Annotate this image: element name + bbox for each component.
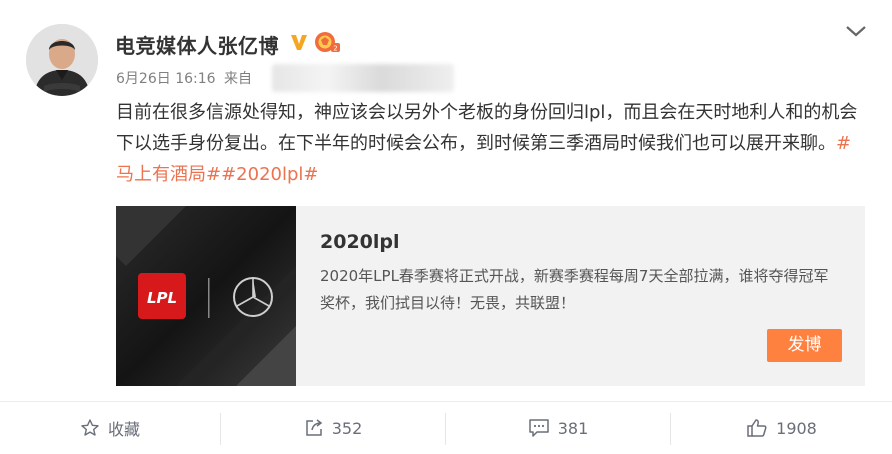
post-button[interactable]: 发博 [767, 329, 842, 362]
weibo-post-card: 电竞媒体人张亿博 2 6月26日 16:16 来自 目前在很多信源处得知，神应该… [0, 0, 892, 454]
like-count: 1908 [776, 418, 817, 438]
blurred-source [272, 64, 454, 92]
repost-button[interactable]: 352 [221, 402, 445, 454]
star-icon [81, 419, 99, 436]
avatar-portrait [26, 24, 98, 96]
verified-v-icon [291, 35, 307, 50]
favorite-button[interactable]: 收藏 [0, 402, 220, 454]
svg-text:2: 2 [333, 45, 337, 53]
svg-text:LPL: LPL [147, 289, 177, 307]
thumbs-up-icon [747, 419, 767, 437]
link-card-thumbnail: LPL [116, 206, 296, 386]
favorite-label: 收藏 [107, 420, 140, 439]
like-button[interactable]: 1908 [671, 402, 892, 454]
post-text: 目前在很多信源处得知，神应该会以另外个老板的身份回归lpl，而且会在天时地利人和… [116, 97, 861, 190]
username[interactable]: 电竞媒体人张亿博 [115, 30, 279, 59]
post-date[interactable]: 6月26日 [116, 71, 171, 87]
post-time[interactable]: 16:16 [175, 71, 215, 87]
link-card-description: 2020年LPL春季赛将正式开战，新赛季赛程每周7天全部拉满，谁将夺得冠军奖杯，… [320, 267, 829, 312]
lpl-thumbnail: LPL [116, 206, 296, 386]
link-card[interactable]: LPL 2020lpl 2020年LPL春季赛将正式开战，新赛季赛程每周7天全部… [116, 206, 865, 386]
comment-icon [528, 419, 549, 437]
chevron-down-icon[interactable] [844, 22, 868, 40]
post-meta: 6月26日 16:16 来自 [116, 68, 252, 88]
link-card-title[interactable]: 2020lpl [320, 231, 400, 253]
comment-count: 381 [557, 418, 589, 438]
avatar[interactable] [26, 24, 98, 96]
post-body: 目前在很多信源处得知，神应该会以另外个老板的身份回归lpl，而且会在天时地利人和… [116, 102, 858, 154]
repost-count: 352 [331, 418, 363, 438]
source-prefix: 来自 [224, 71, 252, 87]
repost-icon [305, 419, 322, 436]
comment-button[interactable]: 381 [446, 402, 670, 454]
member-medal-icon[interactable]: 2 [314, 30, 340, 54]
